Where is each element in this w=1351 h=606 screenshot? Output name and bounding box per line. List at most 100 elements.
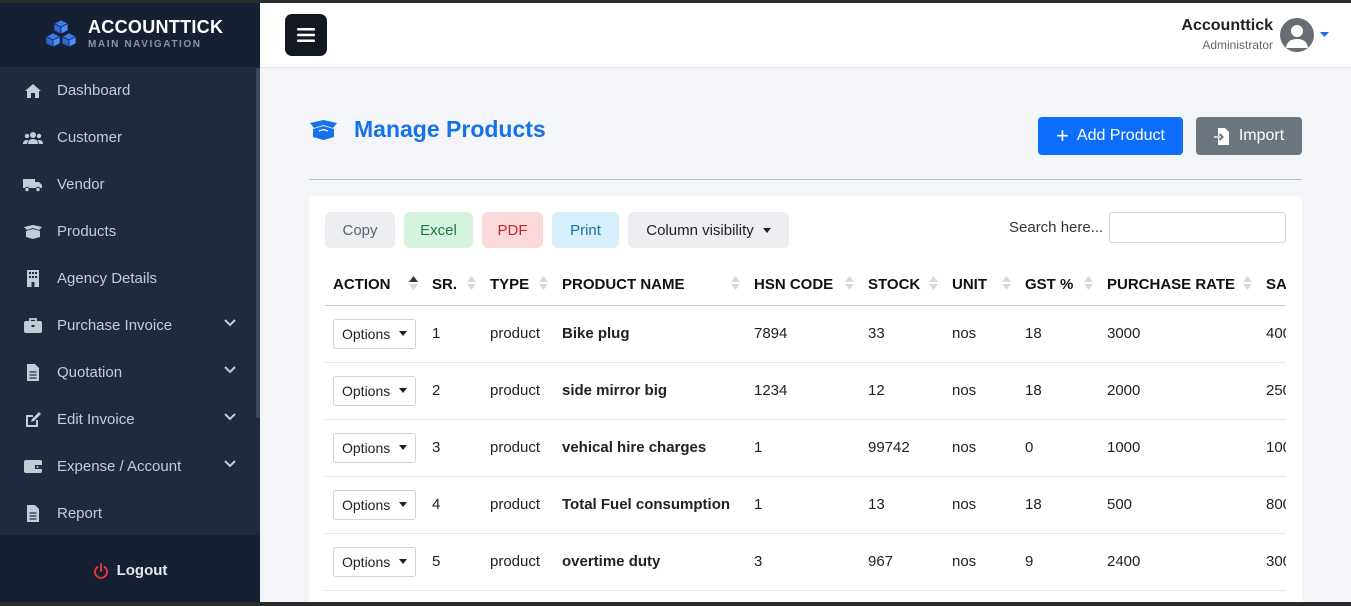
cubes-logo-icon (45, 19, 77, 48)
box-icon (23, 223, 43, 241)
logout-label: Logout (116, 562, 168, 579)
import-label: Import (1238, 127, 1285, 144)
page-title: Manage Products (354, 116, 546, 142)
user-avatar-icon (1286, 24, 1308, 48)
sidebar-item-customer[interactable]: Customer (0, 114, 260, 161)
search-input[interactable] (1109, 212, 1286, 243)
column-visibility-button[interactable]: Column visibility (628, 212, 789, 248)
column-header-sr[interactable]: SR. (424, 264, 482, 306)
cell-stock: 12 (860, 362, 944, 420)
cell-purchase-rate: 2400 (1099, 533, 1258, 591)
column-header-unit[interactable]: UNIT (944, 264, 1017, 306)
table-row: Options 3 product vehical hire charges 1… (325, 419, 1286, 477)
column-header-hsn-code[interactable]: HSN CODE (746, 264, 860, 306)
sort-icon (845, 276, 854, 290)
row-options-dropdown[interactable]: Options (333, 546, 417, 577)
cell-sale-rate: 800 (1258, 476, 1286, 534)
user-menu[interactable]: Accounttick Administrator (1181, 17, 1329, 52)
cell-unit: nos (944, 362, 1017, 420)
sidebar-item-expense-account[interactable]: Expense / Account (0, 443, 260, 490)
edit-icon (23, 411, 43, 429)
sort-icon (1243, 276, 1252, 290)
sidebar: ACCOUNTTICK MAIN NAVIGATION Dashboard Cu… (0, 0, 260, 606)
column-header-sale-rate[interactable]: SA (1258, 264, 1286, 306)
sidebar-item-report[interactable]: Report (0, 490, 260, 537)
cell-gst: 18 (1017, 305, 1099, 363)
sidebar-item-purchase-invoice[interactable]: Purchase Invoice (0, 302, 260, 349)
window-top-border (0, 0, 1351, 3)
sidebar-item-label: Products (57, 223, 117, 240)
column-header-product-name[interactable]: PRODUCT NAME (554, 264, 746, 306)
user-name: Accounttick (1181, 17, 1273, 34)
cell-sale-rate: 300 (1258, 533, 1286, 591)
building-icon (23, 270, 43, 288)
caret-down-icon (399, 388, 408, 393)
sort-icon (1002, 276, 1011, 290)
excel-button[interactable]: Excel (404, 212, 473, 248)
add-product-button[interactable]: + Add Product (1038, 117, 1183, 155)
cell-purchase-rate: 3000 (1099, 305, 1258, 363)
chevron-down-icon (224, 319, 236, 327)
avatar (1280, 17, 1314, 52)
cell-product-name: Total Fuel consumption (554, 476, 746, 534)
brand[interactable]: ACCOUNTTICK MAIN NAVIGATION (0, 0, 260, 67)
sidebar-item-products[interactable]: Products (0, 208, 260, 255)
row-options-dropdown[interactable]: Options (333, 489, 417, 520)
cell-unit: nos (944, 305, 1017, 363)
chevron-down-icon (224, 460, 236, 468)
column-header-gst[interactable]: GST % (1017, 264, 1099, 306)
cell-hsn-code: 1 (746, 419, 860, 477)
column-visibility-label: Column visibility (646, 221, 754, 239)
main-navigation: Dashboard Customer Vendor Products Agenc… (0, 67, 260, 537)
column-header-action[interactable]: ACTION (325, 264, 424, 306)
sort-asc-icon (409, 276, 418, 290)
page-header: Manage Products (309, 116, 546, 143)
sort-icon (929, 276, 938, 290)
row-options-dropdown[interactable]: Options (333, 318, 417, 349)
column-header-stock[interactable]: STOCK (860, 264, 944, 306)
chevron-down-icon (224, 413, 236, 421)
cell-stock: 967 (860, 533, 944, 591)
cell-sale-rate: 250 (1258, 362, 1286, 420)
logout-button[interactable]: Logout (93, 562, 168, 579)
cell-gst: 9 (1017, 533, 1099, 591)
users-icon (23, 129, 43, 147)
cell-sr: 1 (424, 305, 482, 363)
products-table-wrapper[interactable]: ACTION SR. TYPE PRODUCT NAME HSN CODE ST… (325, 264, 1286, 606)
cell-gst: 18 (1017, 362, 1099, 420)
menu-toggle-button[interactable] (285, 14, 327, 56)
sidebar-item-dashboard[interactable]: Dashboard (0, 67, 260, 114)
sidebar-item-label: Dashboard (57, 82, 131, 99)
table-row: Options 2 product side mirror big 1234 1… (325, 362, 1286, 420)
home-icon (23, 82, 43, 100)
cell-sr: 4 (424, 476, 482, 534)
sidebar-item-agency-details[interactable]: Agency Details (0, 255, 260, 302)
header-divider (309, 179, 1302, 180)
sort-icon (1084, 276, 1093, 290)
cell-sale-rate: 100 (1258, 419, 1286, 477)
products-table: ACTION SR. TYPE PRODUCT NAME HSN CODE ST… (325, 264, 1286, 591)
pdf-button[interactable]: PDF (482, 212, 543, 248)
column-header-purchase-rate[interactable]: PURCHASE RATE (1099, 264, 1258, 306)
cell-type: product (482, 476, 554, 534)
sort-icon (467, 276, 476, 290)
row-options-dropdown[interactable]: Options (333, 432, 417, 463)
sidebar-item-vendor[interactable]: Vendor (0, 161, 260, 208)
file-icon (23, 505, 43, 523)
add-product-label: Add Product (1076, 127, 1165, 144)
hamburger-icon (297, 28, 315, 42)
column-header-type[interactable]: TYPE (482, 264, 554, 306)
sidebar-item-label: Customer (57, 129, 123, 146)
row-options-dropdown[interactable]: Options (333, 375, 417, 406)
sidebar-item-edit-invoice[interactable]: Edit Invoice (0, 396, 260, 443)
cell-product-name: side mirror big (554, 362, 746, 420)
products-card: Copy Excel PDF Print Column visibility S… (309, 196, 1302, 606)
cell-sr: 5 (424, 533, 482, 591)
import-button[interactable]: Import (1196, 117, 1302, 155)
print-button[interactable]: Print (552, 212, 619, 248)
sort-icon (731, 276, 740, 290)
cell-unit: nos (944, 419, 1017, 477)
main-content: Manage Products + Add Product Import Cop… (260, 68, 1351, 606)
sidebar-item-quotation[interactable]: Quotation (0, 349, 260, 396)
copy-button[interactable]: Copy (325, 212, 395, 248)
